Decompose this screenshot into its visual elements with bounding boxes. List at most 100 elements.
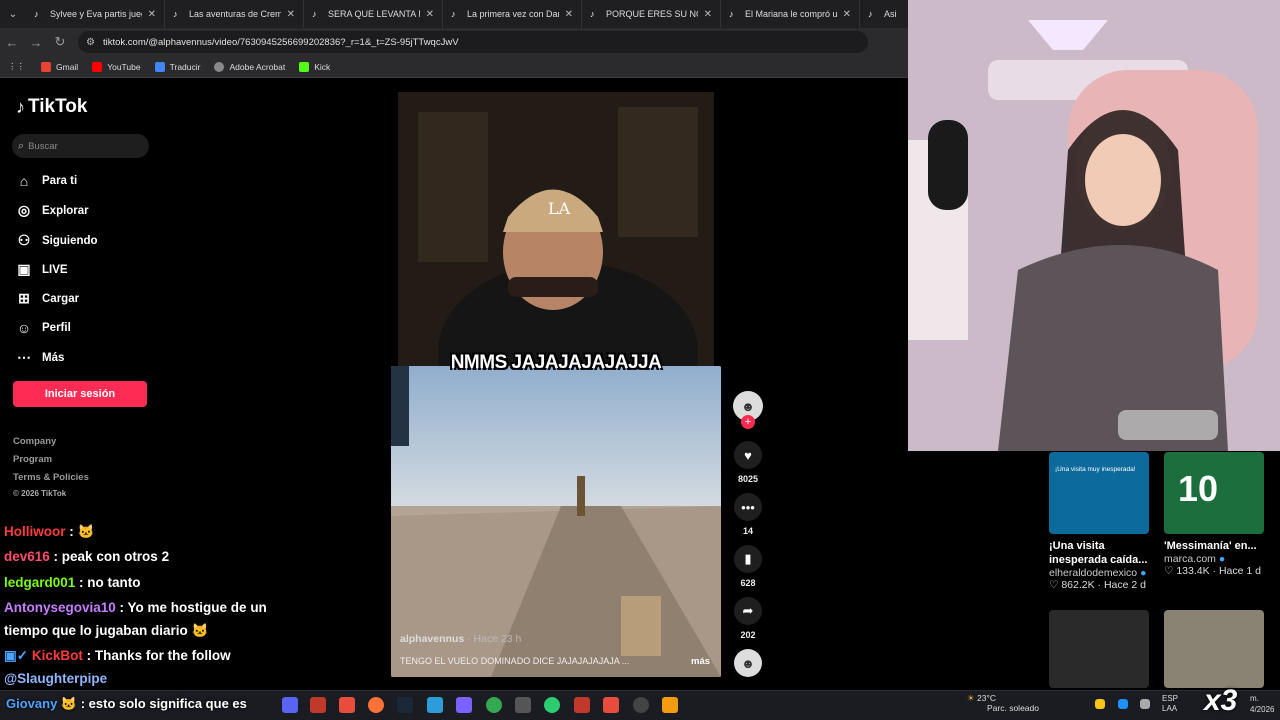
nav-item-mas[interactable]: ⋯ Más xyxy=(16,349,64,366)
bookmark-gmail[interactable]: Gmail xyxy=(41,61,78,72)
browser-tab[interactable]: ♪ PORQUE ERES SU NOVIO ✕ xyxy=(582,0,721,28)
follow-plus-icon[interactable]: + xyxy=(741,415,755,429)
nav-item-perfil[interactable]: ☺ Perfil xyxy=(16,320,71,336)
tab-search-button[interactable]: ⌄ xyxy=(0,0,26,28)
recommendation-title[interactable]: ¡Una visita inesperada caída... xyxy=(1049,539,1159,567)
close-icon[interactable]: ✕ xyxy=(843,9,851,20)
login-button[interactable]: Iniciar sesión xyxy=(13,381,147,407)
weather-widget[interactable]: ☀ 23°C Parc. soleado xyxy=(967,693,1039,713)
music-disc[interactable]: ☻ xyxy=(733,649,763,677)
share-action[interactable]: ➦ 202 xyxy=(733,597,763,640)
footer-link-program[interactable]: Program xyxy=(13,454,52,465)
chrome-icon[interactable] xyxy=(486,697,502,713)
site-info-icon[interactable]: ⚙ xyxy=(86,37,95,48)
app-icon[interactable] xyxy=(662,697,678,713)
tiktok-icon: ♪ xyxy=(451,9,456,19)
bookmark-icon[interactable]: ▮ xyxy=(734,545,762,573)
system-clock[interactable]: m. 4/2026 xyxy=(1250,693,1274,715)
recommendation-title[interactable]: 'Messimanía' en... xyxy=(1164,539,1274,553)
firefox-icon[interactable] xyxy=(368,697,384,713)
tray-icon[interactable] xyxy=(1095,699,1105,709)
channel-row[interactable]: marca.com ● xyxy=(1164,553,1274,565)
app-icon[interactable] xyxy=(339,697,355,713)
bookmark-acrobat[interactable]: Adobe Acrobat xyxy=(214,61,286,72)
url-input[interactable]: ⚙ tiktok.com/@alphavennus/video/763094525… xyxy=(78,31,868,53)
nav-item-explorar[interactable]: ◎ Explorar xyxy=(16,202,89,219)
upload-icon: ⊞ xyxy=(18,290,30,306)
share-icon[interactable]: ➦ xyxy=(734,597,762,625)
nav-item-live[interactable]: ▣ LIVE xyxy=(16,261,67,278)
video-thumbnail[interactable]: ¡Una visita muy inesperada! xyxy=(1049,452,1149,534)
chat-username: @Slaughterpipe xyxy=(4,671,108,686)
channel-name[interactable]: elheraldodemexico xyxy=(1049,567,1137,579)
chat-text: : Thanks for the follow xyxy=(82,648,231,663)
music-disc-icon[interactable]: ☻ xyxy=(734,649,762,677)
app-icon[interactable] xyxy=(633,697,649,713)
browser-tab[interactable]: ♪ SERA QUE LEVANTA MAS ✕ xyxy=(304,0,443,28)
close-icon[interactable]: ✕ xyxy=(287,9,295,20)
video-game-footage[interactable] xyxy=(391,366,721,677)
back-icon[interactable]: ← xyxy=(0,28,24,56)
app-icon[interactable] xyxy=(544,697,560,713)
like-action[interactable]: ♥ 8025 xyxy=(733,441,763,484)
app-icon[interactable] xyxy=(310,697,326,713)
heart-icon[interactable]: ♥ xyxy=(734,441,762,469)
discord-icon[interactable] xyxy=(282,697,298,713)
footer-link-company[interactable]: Company xyxy=(13,436,56,447)
app-icon[interactable] xyxy=(574,697,590,713)
tray-icon[interactable] xyxy=(1140,699,1150,709)
recommended-video-thumbnail[interactable] xyxy=(1164,610,1264,688)
weather-desc: Parc. soleado xyxy=(987,703,1039,713)
bookmark-kick[interactable]: Kick xyxy=(299,61,330,72)
bot-badge-icon: ▣✓ xyxy=(4,648,32,663)
video-top-frame[interactable]: LA xyxy=(398,92,714,368)
settings-icon[interactable] xyxy=(515,697,531,713)
recommended-video[interactable]: ¡Una visita muy inesperada! ¡Una visita … xyxy=(1049,452,1159,591)
footer-link-terms[interactable]: Terms & Policies xyxy=(13,472,89,483)
app-icon[interactable] xyxy=(427,697,443,713)
comment-action[interactable]: ••• 14 xyxy=(733,493,763,536)
tiktok-logo[interactable]: ♪ TikTok xyxy=(16,96,87,118)
nav-item-para-ti[interactable]: ⌂ Para ti xyxy=(16,173,77,189)
reload-icon[interactable]: ↻ xyxy=(48,28,72,56)
streamer-webcam xyxy=(908,0,1280,451)
app-icon[interactable] xyxy=(603,697,619,713)
chat-message-bottom: Giovany 🐱 : esto solo significa que es xyxy=(6,696,247,711)
close-icon[interactable]: ✕ xyxy=(426,9,434,20)
steam-icon[interactable] xyxy=(397,697,413,713)
bookmark-label: Adobe Acrobat xyxy=(229,61,286,72)
tray-icon[interactable] xyxy=(1118,699,1128,709)
app-icon[interactable] xyxy=(456,697,472,713)
browser-tab[interactable]: ♪ Sylvee y Eva partis juegan ✕ xyxy=(26,0,165,28)
more-link[interactable]: más xyxy=(691,656,710,667)
author-name[interactable]: alphavennus xyxy=(400,633,464,645)
nav-item-siguiendo[interactable]: ⚇ Siguiendo xyxy=(16,232,98,249)
comment-icon[interactable]: ••• xyxy=(734,493,762,521)
channel-name[interactable]: marca.com xyxy=(1164,553,1216,565)
nav-item-cargar[interactable]: ⊞ Cargar xyxy=(16,290,79,307)
more-icon: ⋯ xyxy=(17,349,31,365)
video-thumbnail[interactable]: 10 xyxy=(1164,452,1264,534)
language-indicator[interactable]: ESP LAA xyxy=(1162,694,1178,714)
close-icon[interactable]: ✕ xyxy=(565,9,573,20)
forward-icon[interactable]: → xyxy=(24,28,48,56)
browser-tab[interactable]: ♪ Las aventuras de Cremi e ✕ xyxy=(165,0,304,28)
recommended-video-thumbnail[interactable] xyxy=(1049,610,1149,688)
close-icon[interactable]: ✕ xyxy=(704,9,712,20)
browser-tab[interactable]: ♪ La primera vez con Dani F ✕ xyxy=(443,0,582,28)
compass-icon: ◎ xyxy=(17,202,31,218)
tiktok-icon: ♪ xyxy=(590,9,595,19)
search-input[interactable]: ⌕ Buscar xyxy=(12,134,149,158)
recommended-video[interactable]: 10 'Messimanía' en... marca.com ● ♡ 133.… xyxy=(1164,452,1274,577)
tab-title: SERA QUE LEVANTA MAS xyxy=(328,9,420,19)
browser-tab[interactable]: ♪ El Mariana le compró un ✕ xyxy=(721,0,860,28)
creator-avatar[interactable]: ☻ + xyxy=(733,391,763,429)
video-author[interactable]: alphavennus · Hace 23 h xyxy=(400,633,521,645)
channel-row[interactable]: elheraldodemexico ● xyxy=(1049,567,1159,579)
bookmark-translate[interactable]: Traducir xyxy=(154,61,200,72)
apps-icon[interactable]: ⋮⋮ xyxy=(8,61,25,72)
browser-tab[interactable]: ♪ Asi o ma xyxy=(860,0,906,28)
bookmark-youtube[interactable]: YouTube xyxy=(92,61,141,72)
close-icon[interactable]: ✕ xyxy=(148,9,156,20)
save-action[interactable]: ▮ 628 xyxy=(733,545,763,588)
